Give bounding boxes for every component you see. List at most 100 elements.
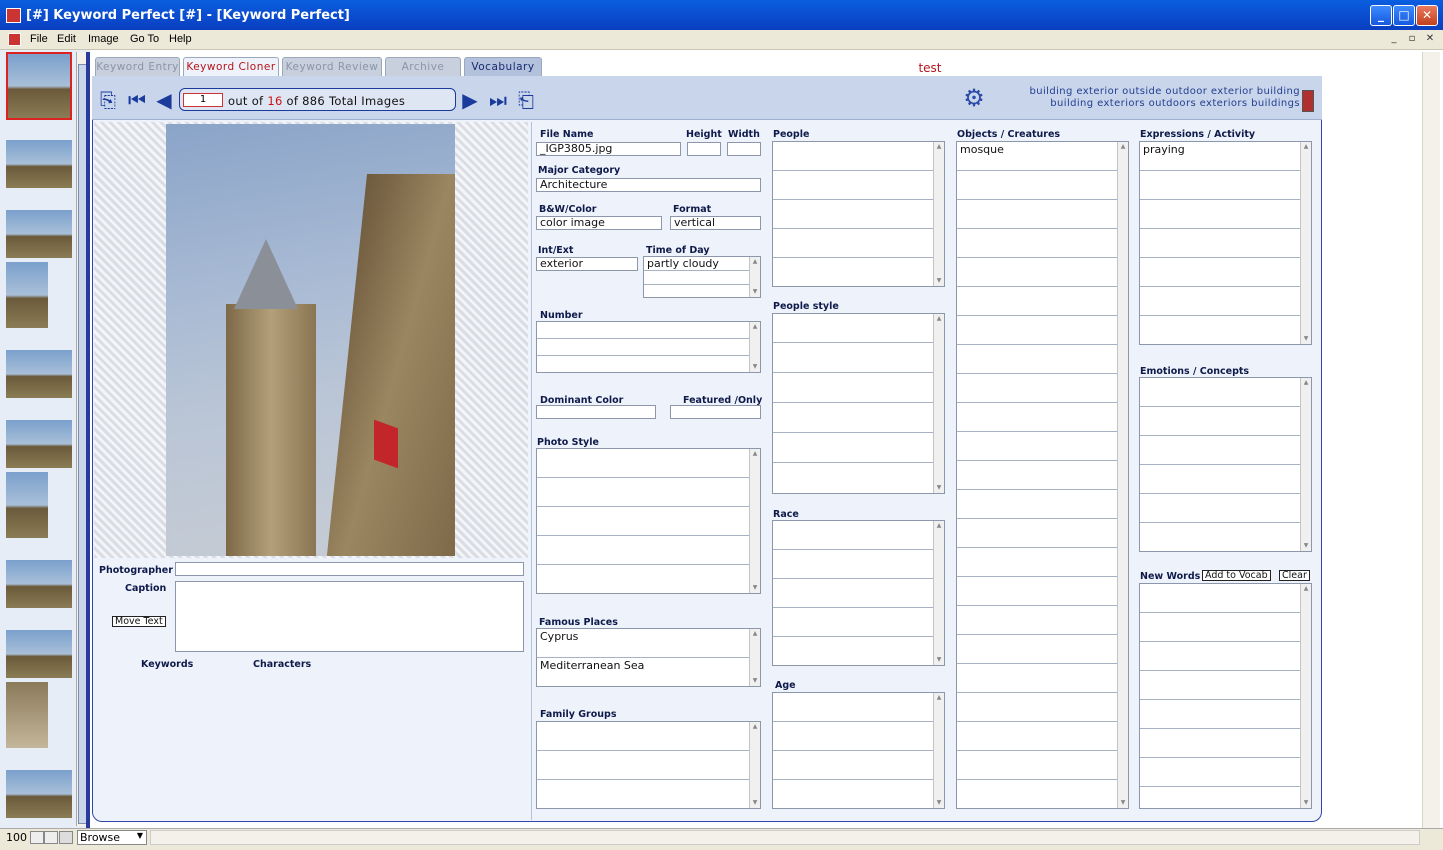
list-item[interactable]	[957, 287, 1118, 316]
doc-icon[interactable]	[8, 33, 21, 46]
caption-field[interactable]	[175, 581, 524, 652]
list-item[interactable]	[773, 434, 934, 463]
paste-keywords-icon[interactable]: ⎗	[514, 88, 538, 112]
list-item[interactable]	[957, 374, 1118, 403]
previous-image-icon[interactable]: ◀	[152, 88, 176, 112]
tab-archive[interactable]: Archive	[385, 57, 461, 76]
photo-style-list[interactable]: ▲ ▼	[536, 448, 761, 594]
list-item[interactable]	[1140, 494, 1301, 523]
objects-list[interactable]: mosque ▲ ▼	[956, 141, 1129, 809]
scrollbar[interactable]: ▲ ▼	[933, 142, 944, 286]
thumbnail[interactable]	[6, 472, 48, 538]
list-item[interactable]	[537, 339, 750, 356]
mode-select[interactable]: Browse ▼	[77, 830, 147, 845]
list-item[interactable]	[1140, 613, 1301, 642]
scrollbar[interactable]: ▲ ▼	[749, 322, 760, 372]
list-item[interactable]	[773, 751, 934, 780]
famous-places-list[interactable]: Cyprus Mediterranean Sea ▲ ▼	[536, 628, 761, 687]
expressions-list[interactable]: praying ▲ ▼	[1139, 141, 1312, 345]
list-item[interactable]	[773, 521, 934, 550]
list-item[interactable]	[957, 461, 1118, 490]
window-scrollbar[interactable]	[1422, 52, 1440, 828]
height-field[interactable]	[687, 142, 721, 156]
list-item[interactable]	[1140, 229, 1301, 258]
scrollbar[interactable]: ▲ ▼	[749, 257, 760, 297]
list-item[interactable]	[1140, 671, 1301, 700]
close-button[interactable]: ✕	[1416, 5, 1438, 26]
dominant-color-field[interactable]	[536, 405, 656, 419]
list-item[interactable]	[773, 404, 934, 433]
thumbnail[interactable]	[6, 420, 72, 468]
menu-edit[interactable]: Edit	[57, 33, 76, 45]
list-item[interactable]	[957, 693, 1118, 722]
list-item[interactable]	[957, 229, 1118, 258]
number-list[interactable]: ▲ ▼	[536, 321, 761, 373]
bw-color-field[interactable]: color image	[536, 216, 662, 230]
app-icon[interactable]	[6, 8, 21, 23]
list-item[interactable]	[957, 722, 1118, 751]
list-item[interactable]	[957, 345, 1118, 374]
move-text-button[interactable]: Move Text	[112, 616, 166, 627]
copy-keywords-icon[interactable]: ⎘	[96, 88, 120, 112]
next-image-icon[interactable]: ▶	[458, 88, 482, 112]
list-item[interactable]	[957, 316, 1118, 345]
thumbnail[interactable]	[6, 262, 48, 328]
tab-keyword-cloner[interactable]: Keyword Cloner	[183, 57, 279, 76]
list-item[interactable]	[773, 608, 934, 637]
scrollbar[interactable]: ▲ ▼	[933, 314, 944, 493]
list-item[interactable]	[1140, 200, 1301, 229]
list-item[interactable]	[773, 693, 934, 722]
list-item[interactable]	[537, 536, 750, 565]
people-style-list[interactable]: ▲ ▼	[772, 313, 945, 494]
list-item[interactable]	[957, 200, 1118, 229]
thumbnail[interactable]	[6, 630, 72, 678]
list-item[interactable]	[1140, 584, 1301, 613]
layout-icon[interactable]	[59, 831, 73, 844]
list-item[interactable]	[957, 258, 1118, 287]
thumbnail[interactable]	[6, 560, 72, 608]
photographer-field[interactable]	[175, 562, 524, 576]
list-item[interactable]	[1140, 258, 1301, 287]
emotions-list[interactable]: ▲ ▼	[1139, 377, 1312, 552]
thumbnail[interactable]	[6, 770, 72, 818]
list-item[interactable]	[773, 722, 934, 751]
list-item[interactable]	[773, 344, 934, 373]
clear-button[interactable]: Clear	[1279, 570, 1310, 581]
add-to-vocab-button[interactable]: Add to Vocab	[1202, 570, 1271, 581]
list-item[interactable]: mosque	[957, 142, 1118, 171]
list-item[interactable]	[644, 285, 750, 297]
int-ext-field[interactable]: exterior	[536, 257, 638, 271]
age-list[interactable]: ▲ ▼	[772, 692, 945, 809]
scrollbar[interactable]: ▲ ▼	[1300, 378, 1311, 551]
zoom-in-icon[interactable]	[44, 831, 58, 844]
list-item[interactable]: partly cloudy	[644, 257, 750, 271]
gear-icon[interactable]: ⚙	[961, 85, 987, 111]
major-category-field[interactable]: Architecture	[536, 178, 761, 192]
format-field[interactable]: vertical	[670, 216, 761, 230]
list-item[interactable]	[1140, 407, 1301, 436]
page-number-input[interactable]: 1	[183, 93, 223, 107]
new-words-list[interactable]: ▲ ▼	[1139, 583, 1312, 809]
list-item[interactable]	[957, 548, 1118, 577]
list-item[interactable]	[1140, 287, 1301, 316]
minimize-button[interactable]: _	[1370, 5, 1392, 26]
list-item[interactable]	[957, 577, 1118, 606]
zoom-out-icon[interactable]	[30, 831, 44, 844]
scrollbar[interactable]: ▲ ▼	[1300, 584, 1311, 808]
width-field[interactable]	[727, 142, 761, 156]
list-item[interactable]	[957, 519, 1118, 548]
thumbnail[interactable]	[6, 350, 72, 398]
list-item[interactable]	[644, 271, 750, 285]
horizontal-scrollbar[interactable]	[150, 830, 1420, 845]
menu-image[interactable]: Image	[88, 33, 119, 45]
menu-file[interactable]: File	[30, 33, 48, 45]
list-item[interactable]	[957, 751, 1118, 780]
list-item[interactable]: Mediterranean Sea	[537, 658, 750, 686]
list-item[interactable]	[957, 403, 1118, 432]
list-item[interactable]	[957, 664, 1118, 693]
list-item[interactable]	[1140, 171, 1301, 200]
scrollbar[interactable]: ▲ ▼	[933, 693, 944, 808]
list-item[interactable]	[957, 432, 1118, 461]
list-item[interactable]	[1140, 642, 1301, 671]
list-item[interactable]	[537, 322, 750, 339]
